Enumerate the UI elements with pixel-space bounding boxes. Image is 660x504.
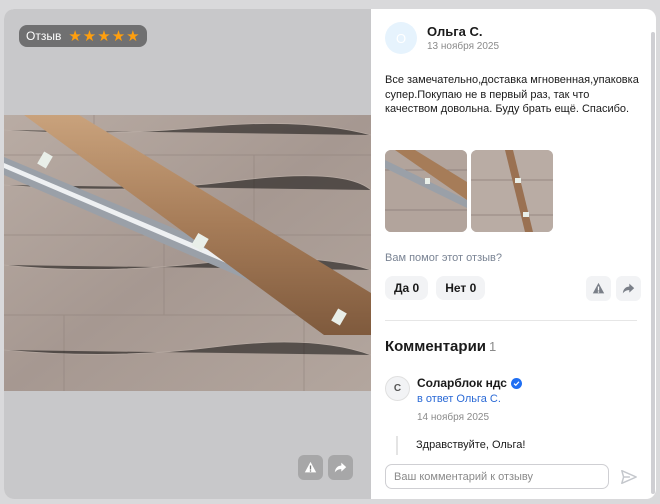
- vote-yes-button[interactable]: Да 0: [385, 276, 429, 300]
- review-photo: [4, 115, 371, 391]
- comment-date: 14 ноября 2025: [417, 412, 490, 423]
- comment-avatar: С: [385, 376, 410, 401]
- star-icon: ★: [126, 27, 140, 45]
- star-icon: ★: [111, 27, 126, 45]
- comments-title: Комментарии: [385, 338, 487, 355]
- share-photo-button[interactable]: [328, 455, 353, 480]
- rating-badge: Отзыв ★ ★ ★ ★ ★: [19, 25, 147, 47]
- review-actions: [586, 276, 641, 301]
- author-name[interactable]: Ольга С.: [427, 24, 482, 39]
- photo-viewer[interactable]: Отзыв ★ ★ ★ ★ ★: [4, 9, 371, 499]
- comment-input[interactable]: [385, 464, 609, 489]
- photo-thumbnails: [385, 150, 553, 232]
- divider: [385, 320, 637, 321]
- review-details: О Ольга С. 13 ноября 2025 Все замечатель…: [372, 9, 656, 499]
- star-icon: ★: [97, 27, 111, 45]
- thumbnail-2[interactable]: [471, 150, 553, 232]
- review-modal: Отзыв ★ ★ ★ ★ ★ О Ольга С. 13 ноября 202…: [4, 9, 656, 499]
- star-icon: ★: [68, 27, 82, 45]
- comment-author: Соларблок ндс: [417, 376, 522, 390]
- star-icon: ★: [82, 27, 97, 45]
- review-date: 13 ноября 2025: [427, 41, 500, 52]
- report-review-button[interactable]: [586, 276, 611, 301]
- comments-heading: Комментарии 1: [385, 338, 496, 355]
- photo-actions: [298, 455, 353, 480]
- comments-count: 1: [489, 339, 497, 354]
- report-photo-button[interactable]: [298, 455, 323, 480]
- review-text: Все замечательно,доставка мгновенная,упа…: [385, 74, 639, 115]
- send-icon: [620, 469, 637, 484]
- rating-label: Отзыв: [26, 29, 62, 43]
- avatar: О: [385, 22, 417, 54]
- warning-icon: [592, 282, 605, 294]
- comment-text: Здравствуйте, Ольга!: [396, 436, 525, 455]
- share-icon: [622, 283, 635, 294]
- comment-author-name[interactable]: Соларблок ндс: [417, 376, 507, 390]
- rating-stars: ★ ★ ★ ★ ★: [68, 29, 139, 44]
- warning-icon: [304, 461, 317, 473]
- vote-no-button[interactable]: Нет 0: [436, 276, 486, 300]
- helpful-question: Вам помог этот отзыв?: [385, 252, 502, 264]
- verified-icon: [510, 377, 522, 389]
- scrollbar[interactable]: [651, 32, 655, 494]
- vote-buttons: Да 0 Нет 0: [385, 276, 486, 300]
- thumbnail-1[interactable]: [385, 150, 467, 232]
- send-comment-button[interactable]: [616, 464, 641, 489]
- comment-reply-to[interactable]: в ответ Ольга С.: [417, 393, 501, 405]
- share-review-button[interactable]: [616, 276, 641, 301]
- share-icon: [334, 462, 347, 473]
